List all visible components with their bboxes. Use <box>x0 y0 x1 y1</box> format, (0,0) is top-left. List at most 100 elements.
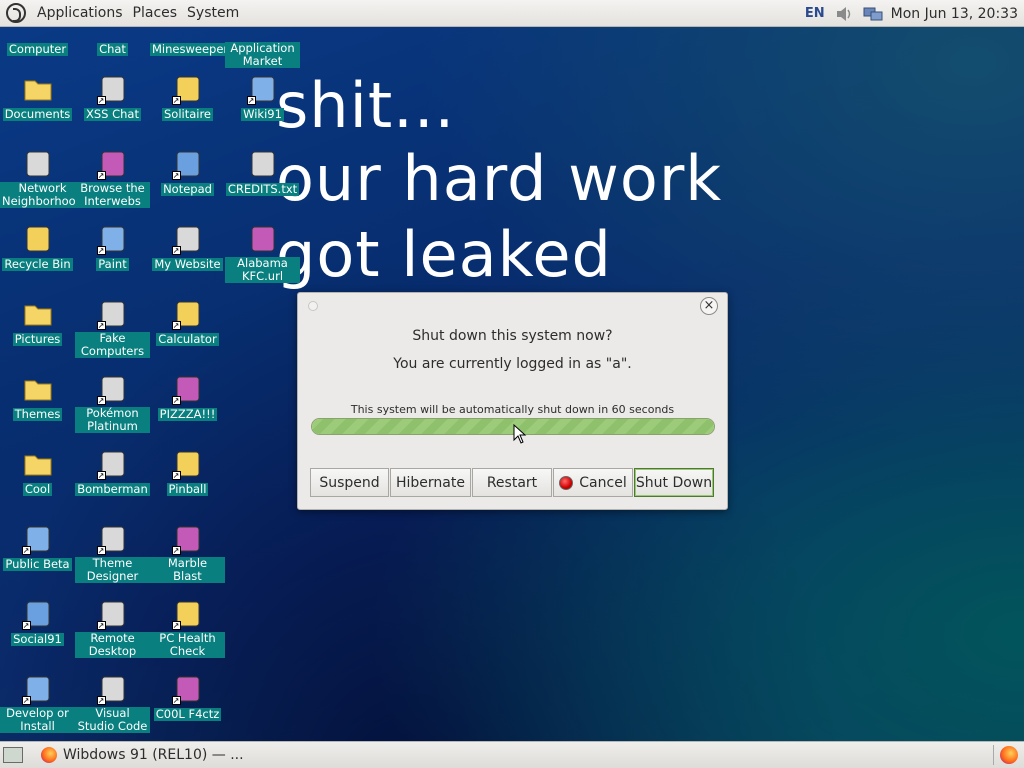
desktop-icon-label: Public Beta <box>3 557 72 571</box>
desktop-icon-label: C00L F4ctz <box>153 707 222 721</box>
desktop-icon-label: Theme Designer <box>75 557 150 583</box>
menu-system[interactable]: System <box>182 5 244 21</box>
close-icon[interactable]: × <box>700 297 718 315</box>
desktop-icon[interactable]: ↗ Social91 <box>0 598 75 646</box>
clock[interactable]: Mon Jun 13, 20:33 <box>891 6 1018 22</box>
taskbar-window-title: Wibdows 91 (REL10) — ... <box>63 747 244 763</box>
window-menu-dot[interactable] <box>308 301 318 311</box>
desktop-icon[interactable]: ↗ Solitaire <box>150 73 225 121</box>
desktop-icon[interactable]: ↗ Notepad <box>150 148 225 196</box>
shortcut-arrow-icon: ↗ <box>171 621 181 630</box>
firefox-tray-icon[interactable] <box>1000 746 1018 764</box>
desktop-icon[interactable]: ↗ PIZZZA!!! <box>150 373 225 421</box>
solitaire-icon: ↗ <box>171 73 204 105</box>
desktop-icon[interactable]: Computer <box>0 24 75 56</box>
shortcut-arrow-icon: ↗ <box>171 396 181 405</box>
dialog-buttons: Suspend Hibernate Restart Cancel Shut Do… <box>310 468 715 497</box>
desktop-icon[interactable]: ↗ Public Beta <box>0 523 75 571</box>
desktop-icon[interactable]: ↗ Fake Computers <box>75 298 150 358</box>
cancel-button[interactable]: Cancel <box>553 468 633 497</box>
desktop-icon-label: Recycle Bin <box>2 257 73 271</box>
desktop-icon[interactable]: Themes <box>0 373 75 421</box>
desktop-icon[interactable]: Documents <box>0 73 75 121</box>
suspend-button[interactable]: Suspend <box>310 468 389 497</box>
desktop-icon[interactable]: ↗ Theme Designer <box>75 523 150 583</box>
top-panel: Applications Places System EN Mon Jun 13… <box>0 0 1024 27</box>
shortcut-arrow-icon: ↗ <box>96 696 106 705</box>
desktop-icon[interactable]: Cool <box>0 448 75 496</box>
volume-icon[interactable] <box>835 6 853 22</box>
desktop-icon[interactable]: ↗ Remote Desktop <box>75 598 150 658</box>
desktop-icon-label: XSS Chat <box>83 107 141 121</box>
desktop-icon[interactable]: ↗ C00L F4ctz <box>150 673 225 721</box>
develop-icon: ↗ <box>21 673 54 705</box>
desktop-icon[interactable]: Recycle Bin <box>0 223 75 271</box>
desktop-icon[interactable]: Network Neighborhood <box>0 148 85 208</box>
desktop-icon-label: Wiki91 <box>241 107 284 121</box>
desktop-icon[interactable]: Pictures <box>0 298 75 346</box>
desktop-icon-label: Pokémon Platinum <box>75 407 150 433</box>
shutdown-label: Shut Down <box>635 474 713 491</box>
shortcut-arrow-icon: ↗ <box>171 471 181 480</box>
desktop-icon[interactable]: ↗ Develop or Install <box>0 673 75 733</box>
show-desktop-icon[interactable] <box>3 747 23 763</box>
taskbar-window-firefox[interactable]: Wibdows 91 (REL10) — ... <box>33 743 252 767</box>
desktop-icon-label: Computer <box>6 42 69 56</box>
desktop-icon[interactable]: ↗ Marble Blast <box>150 523 225 583</box>
restart-button[interactable]: Restart <box>472 468 552 497</box>
vscode-icon: ↗ <box>96 673 129 705</box>
suspend-label: Suspend <box>319 474 380 491</box>
desktop-icon[interactable]: ↗ Wiki91 <box>225 73 300 121</box>
desktop-icon-label: Minesweeper <box>150 42 231 56</box>
desktop-icon-label: Documents <box>2 107 73 121</box>
desktop-icon-label: Alabama KFC.url <box>225 257 300 283</box>
desktop-icon-label: Network Neighborhood <box>0 181 85 208</box>
desktop-icon-label: Pinball <box>166 482 209 496</box>
desktop-icon[interactable]: ↗ Visual Studio Code <box>75 673 150 733</box>
desktop-icon-label: Remote Desktop <box>75 632 150 658</box>
shortcut-arrow-icon: ↗ <box>171 246 181 255</box>
desktop-icon[interactable]: ↗ XSS Chat <box>75 73 150 121</box>
desktop-icon[interactable]: ↗ Paint <box>75 223 150 271</box>
health-check-icon: ↗ <box>171 598 204 630</box>
desktop-icon[interactable]: Minesweeper <box>150 24 231 56</box>
desktop-icon[interactable]: ↗ Browse the Interwebs <box>75 148 150 208</box>
stop-icon <box>559 475 574 490</box>
desktop-icon-label: Paint <box>96 257 129 271</box>
desktop-icon-label: Browse the Interwebs <box>75 182 150 208</box>
desktop-icon-label: Calculator <box>156 332 219 346</box>
shortcut-arrow-icon: ↗ <box>171 696 181 705</box>
text-file-icon <box>247 148 279 180</box>
shortcut-arrow-icon: ↗ <box>21 696 31 705</box>
desktop-icon-label: PIZZZA!!! <box>157 407 218 421</box>
shortcut-arrow-icon: ↗ <box>96 171 106 180</box>
desktop-icon[interactable]: Alabama KFC.url <box>225 223 300 283</box>
wiki-icon: ↗ <box>246 73 279 105</box>
menu-places[interactable]: Places <box>128 5 183 21</box>
wallpaper-text-line-1: shit... <box>276 69 456 142</box>
marble-icon: ↗ <box>171 523 204 555</box>
documents-folder-icon <box>22 73 54 105</box>
desktop-icon[interactable]: ↗ Pokémon Platinum <box>75 373 150 433</box>
distro-logo-icon[interactable] <box>6 3 26 23</box>
panel-tray: EN Mon Jun 13, 20:33 <box>805 0 1018 27</box>
shutdown-button[interactable]: Shut Down <box>634 468 714 497</box>
wallpaper-text-line-2: our hard work <box>276 142 723 215</box>
desktop-icon[interactable]: Chat <box>75 24 150 56</box>
hibernate-button[interactable]: Hibernate <box>390 468 471 497</box>
desktop-icon[interactable]: CREDITS.txt <box>225 148 300 196</box>
desktop-icon-label: Cool <box>22 482 53 496</box>
desktop-icon[interactable]: ↗ My Website <box>150 223 225 271</box>
keyboard-layout-indicator[interactable]: EN <box>805 6 825 21</box>
network-status-icon[interactable] <box>863 6 883 22</box>
desktop-icon[interactable]: ↗ Pinball <box>150 448 225 496</box>
dialog-subtitle: You are currently logged in as "a". <box>393 356 632 372</box>
shortcut-arrow-icon: ↗ <box>246 96 256 105</box>
cancel-label: Cancel <box>579 474 627 491</box>
desktop-icon[interactable]: ↗ Calculator <box>150 298 225 346</box>
menu-applications[interactable]: Applications <box>32 5 128 21</box>
desktop-icon[interactable]: Application Market <box>225 24 300 68</box>
desktop-icon[interactable]: ↗ Bomberman <box>75 448 150 496</box>
desktop-icon[interactable]: ↗ PC Health Check <box>150 598 225 658</box>
shortcut-arrow-icon: ↗ <box>21 621 31 630</box>
